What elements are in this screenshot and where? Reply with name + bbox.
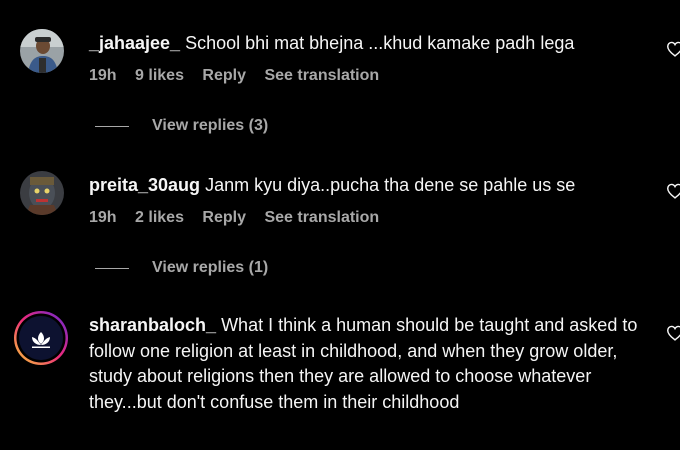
likes-count[interactable]: 2 likes [135,209,184,226]
comment-meta: 19h 9 likes Reply See translation [89,67,393,85]
heart-outline-icon[interactable] [666,41,680,57]
comment-body: sharanbaloch_ What I think a human shoul… [89,313,649,415]
user-photo-avatar-icon [20,29,64,73]
heart-outline-icon[interactable] [666,183,680,199]
view-replies-button[interactable]: View replies (1) [95,259,268,277]
see-translation-link[interactable]: See translation [264,209,379,226]
user-avatar[interactable] [13,310,69,366]
user-photo-avatar-icon [20,171,64,215]
comment-text: School bhi mat bhejna ...khud kamake pad… [185,33,575,53]
user-avatar[interactable] [20,171,64,215]
lotus-logo-avatar-icon [14,311,68,365]
reply-button[interactable]: Reply [202,67,246,84]
comment-body: preita_30aug Janm kyu diya..pucha tha de… [89,173,649,199]
comment-body: _jahaajee_ School bhi mat bhejna ...khud… [89,31,649,57]
replies-divider-line [95,267,129,269]
likes-count[interactable]: 9 likes [135,67,184,84]
comment-username[interactable]: _jahaajee_ [89,33,180,53]
see-translation-link[interactable]: See translation [264,67,379,84]
comment-username[interactable]: preita_30aug [89,175,200,195]
reply-button[interactable]: Reply [202,209,246,226]
comment-username[interactable]: sharanbaloch_ [89,315,216,335]
comment-text: Janm kyu diya..pucha tha dene se pahle u… [205,175,576,195]
view-replies-label: View replies (1) [152,259,269,276]
comment-time: 19h [89,67,117,84]
heart-outline-icon[interactable] [666,325,680,341]
user-avatar[interactable] [20,29,64,73]
view-replies-button[interactable]: View replies (3) [95,117,268,135]
comment-meta: 19h 2 likes Reply See translation [89,209,393,227]
comment-time: 19h [89,209,117,226]
replies-divider-line [95,125,129,127]
view-replies-label: View replies (3) [152,117,269,134]
